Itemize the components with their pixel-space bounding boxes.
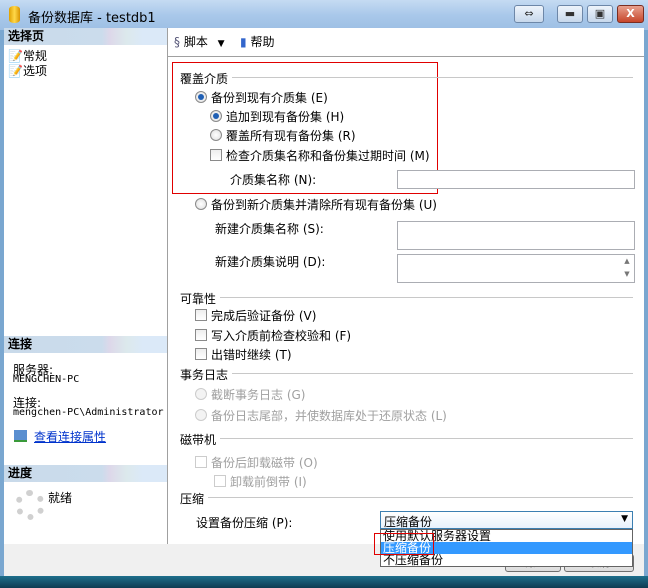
- resize-icon[interactable]: ⇔: [514, 5, 544, 23]
- options-panel: § 脚本 ▼ ▮ 帮助 覆盖介质 备份到现有介质集 (E) 追加到现有备份集 (…: [168, 28, 644, 544]
- unload-tape-label: 备份后卸载磁带 (O): [211, 456, 318, 470]
- continue-on-error-checkbox[interactable]: [195, 348, 207, 360]
- window-bottom-border: [0, 576, 648, 588]
- new-media-desc-label: 新建介质集说明 (D):: [215, 255, 326, 269]
- select-page-header: 选择页: [4, 28, 167, 45]
- unload-tape-checkbox[interactable]: [195, 456, 207, 468]
- progress-status: 就绪: [48, 491, 73, 505]
- new-media-name-label: 新建介质集名称 (S):: [215, 222, 324, 236]
- help-button[interactable]: ▮ 帮助: [240, 33, 274, 50]
- backup-existing-label: 备份到现有介质集 (E): [211, 91, 328, 105]
- tail-log-radio[interactable]: [195, 409, 207, 421]
- window-title: 备份数据库 - testdb1: [28, 11, 156, 26]
- backup-existing-radio[interactable]: [195, 91, 207, 103]
- continue-on-error-label: 出错时继续 (T): [211, 348, 292, 362]
- rewind-checkbox[interactable]: [214, 475, 226, 487]
- txlog-section-title: 事务日志: [180, 368, 229, 382]
- chevron-down-icon: ▼: [621, 514, 628, 524]
- connection-header: 连接: [4, 336, 167, 353]
- media-name-label: 介质集名称 (N):: [230, 173, 317, 187]
- title-bar: 备份数据库 - testdb1 ⇔ ▬ ▣ X: [0, 0, 648, 30]
- append-radio[interactable]: [210, 110, 222, 122]
- overwrite-section-title: 覆盖介质: [180, 72, 229, 86]
- tape-section-title: 磁带机: [180, 433, 217, 447]
- script-button[interactable]: § 脚本 ▼: [174, 33, 225, 50]
- sidebar: 选择页 📝常规 📝选项 连接 服务器: MENGCHEN-PC 连接: meng…: [4, 28, 168, 544]
- chevron-down-icon[interactable]: ▼: [218, 39, 225, 49]
- minimize-icon[interactable]: ▬: [557, 5, 583, 23]
- dropdown-option[interactable]: 不压缩备份: [381, 554, 632, 566]
- checksum-label: 写入介质前检查校验和 (F): [211, 329, 352, 343]
- sidebar-item-options[interactable]: 📝选项: [8, 62, 47, 79]
- server-value: MENGCHEN-PC: [13, 374, 80, 385]
- overwrite-all-radio[interactable]: [210, 129, 222, 141]
- progress-spinner-icon: [15, 490, 45, 520]
- check-expiry-checkbox[interactable]: [210, 149, 222, 161]
- database-icon: [9, 6, 20, 23]
- compression-select[interactable]: 压缩备份 ▼: [380, 511, 633, 529]
- backup-new-label: 备份到新介质集并清除所有现有备份集 (U): [211, 198, 437, 212]
- page-icon: 📝: [8, 49, 23, 63]
- tail-log-label: 备份日志尾部，并使数据库处于还原状态 (L): [211, 409, 447, 423]
- view-connection-properties-link[interactable]: 查看连接属性: [34, 428, 106, 445]
- script-icon: §: [174, 35, 180, 49]
- new-media-desc-textarea[interactable]: ▲ ▼: [397, 254, 635, 283]
- truncate-log-radio[interactable]: [195, 388, 207, 400]
- scrollbar[interactable]: ▲ ▼: [620, 255, 634, 282]
- compression-label: 设置备份压缩 (P):: [196, 516, 293, 530]
- page-icon: 📝: [8, 64, 23, 78]
- append-label: 追加到现有备份集 (H): [226, 110, 345, 124]
- verify-label: 完成后验证备份 (V): [211, 309, 317, 323]
- close-icon[interactable]: X: [617, 5, 644, 23]
- highlight-box: [374, 533, 434, 555]
- maximize-icon[interactable]: ▣: [587, 5, 613, 23]
- media-name-input[interactable]: [397, 170, 635, 189]
- checksum-checkbox[interactable]: [195, 329, 207, 341]
- new-media-name-input[interactable]: [397, 221, 635, 250]
- reliability-section-title: 可靠性: [180, 292, 217, 306]
- backup-new-radio[interactable]: [195, 198, 207, 210]
- rewind-label: 卸载前倒带 (I): [230, 475, 307, 489]
- connection-properties-icon: [14, 430, 27, 442]
- help-icon: ▮: [240, 35, 247, 49]
- truncate-log-label: 截断事务日志 (G): [211, 388, 306, 402]
- connection-value: mengchen-PC\Administrator: [13, 407, 164, 418]
- verify-checkbox[interactable]: [195, 309, 207, 321]
- overwrite-all-label: 覆盖所有现有备份集 (R): [226, 129, 356, 143]
- compression-section-title: 压缩: [180, 492, 205, 506]
- check-expiry-label: 检查介质集名称和备份集过期时间 (M): [226, 149, 430, 163]
- progress-header: 进度: [4, 465, 167, 482]
